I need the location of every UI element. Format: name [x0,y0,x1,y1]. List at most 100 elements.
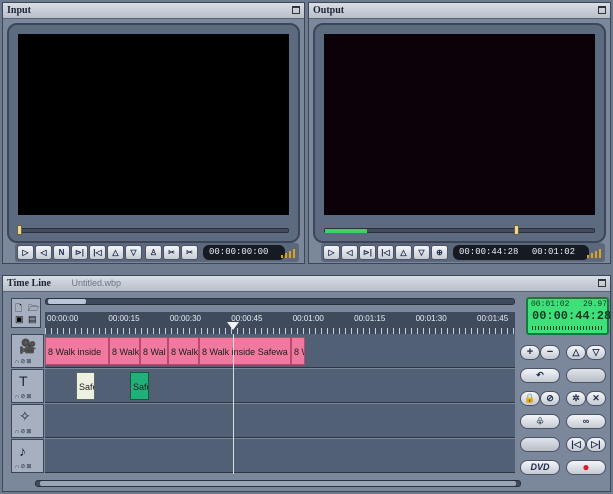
timeline-title: Time Line [7,278,51,289]
ruler-tick-label: 00:01:30 [415,314,447,323]
volume-icon[interactable] [281,248,297,258]
track-options[interactable]: ∩⊘⊠ [15,358,32,365]
undo-icon: ↶ [536,370,544,380]
lock-button[interactable]: 🔒 [520,391,540,406]
disable-icon: ⊘ [546,393,554,403]
effects-button[interactable]: ✲ [566,391,586,406]
playhead-marker[interactable] [227,322,239,330]
output-progress-bar [325,229,367,233]
record-button[interactable]: ● [566,460,606,475]
output-control-bar: ▷ ◁ ⊳| |◁ △ ▽ ⊕ 00:00:44:28 00:01:02 [321,243,605,262]
track-options[interactable]: ∩⊘⊠ [15,393,32,400]
video-clip[interactable]: 8 W [291,337,305,365]
video-clip[interactable]: 8 Walk inside Safewa [199,337,291,365]
input-screen-frame [7,23,300,243]
mark-out-button[interactable]: ▽ [125,245,142,260]
ruler-tick-label: 00:00:15 [108,314,140,323]
video-clip[interactable]: 8 Walk [109,337,140,365]
next-frame-button[interactable]: ⊳| [71,245,88,260]
track-options[interactable]: ∩⊘⊠ [15,428,32,435]
ruler-tick-label: 00:00:30 [169,314,201,323]
video-camera-icon: 🎥 [19,338,37,354]
video-track-header[interactable]: 🎥 ∩⊘⊠ [11,334,44,368]
effects-track [45,404,515,438]
skip-forward-icon: ▷| [591,439,601,449]
normal-button[interactable]: N [53,245,70,260]
maximize-icon[interactable] [598,279,606,287]
timeline-bottom-scrollbar[interactable] [35,480,521,487]
play-button[interactable]: ▷ [323,245,340,260]
goto-start-button[interactable]: |◁ [566,437,586,452]
volume-icon[interactable] [587,248,603,258]
reverse-button[interactable]: ◁ [341,245,358,260]
save-as-icon[interactable]: ▤ [28,314,37,325]
title-track-header[interactable]: T ∩⊘⊠ [11,369,44,403]
output-titlebar: Output [309,3,610,19]
move-down-button[interactable]: ▽ [586,345,606,360]
input-video-screen [18,34,289,215]
maximize-icon[interactable] [292,6,300,14]
save-icon[interactable]: ▣ [15,314,24,325]
link-icon: ∞ [582,416,590,426]
trim-button[interactable]: ✂ [181,245,198,260]
input-seek-slider[interactable] [18,228,289,233]
input-seek-thumb[interactable] [17,225,22,235]
mark-in-button[interactable]: △ [395,245,412,260]
scroll-thumb[interactable] [48,299,86,304]
cut-button[interactable]: ✂ [163,245,180,260]
input-titlebar: Input [3,3,304,19]
move-up-button[interactable]: △ [566,345,586,360]
audio-track-header[interactable]: ♪ ∩⊘⊠ [11,439,44,473]
title-track: Safe Safe [45,369,515,403]
video-clip[interactable]: 8 Walk inside [45,337,109,365]
color-button[interactable]: ♧ [520,414,560,429]
timecode-display: 00:01:02 29.97 00:00:44:28 [526,297,611,335]
timeline-tools: 🗋 🗁 ▣ ▤ [11,298,41,328]
mark-out-button[interactable]: ▽ [413,245,430,260]
timeline-panel: Time Line Untitled.wbp 🗋 🗁 ▣ ▤ 00:00:00 0… [2,275,611,492]
prev-frame-button[interactable]: |◁ [89,245,106,260]
link-button[interactable]: ∞ [566,414,606,429]
split-button[interactable] [566,368,606,383]
play-button[interactable]: ▷ [17,245,34,260]
video-clip[interactable]: 8 Wal [140,337,168,365]
ruler-tick-label: 00:01:45 [477,314,509,323]
timeline-ruler[interactable]: 00:00:00 00:00:15 00:00:30 00:00:45 00:01:00… [45,312,515,334]
track-options[interactable]: ∩⊘⊠ [15,463,32,470]
timeline-titlebar: Time Line Untitled.wbp [3,276,610,292]
zoom-out-button[interactable]: − [540,345,560,360]
display-meter [532,326,604,330]
text-tool-icon: T [19,373,28,389]
output-title: Output [313,5,345,16]
prev-frame-button[interactable]: |◁ [377,245,394,260]
playhead-line [233,334,234,474]
marker-button[interactable] [520,437,560,452]
undo-button[interactable]: ↶ [520,368,560,383]
delete-button[interactable]: ✕ [586,391,606,406]
next-frame-button[interactable]: ⊳| [359,245,376,260]
output-seek-thumb[interactable] [514,225,519,235]
display-fps: 29.97 [583,300,608,309]
timeline-top-scrollbar[interactable] [45,298,515,305]
scroll-thumb[interactable] [40,481,516,486]
video-clip[interactable]: 8 Walk [168,337,199,365]
output-current-time: 00:00:44:28 [459,247,519,257]
audio-track [45,439,515,473]
mark-in-button[interactable]: △ [107,245,124,260]
output-video-screen [324,34,595,215]
output-screen-frame [313,23,606,243]
dvd-button[interactable]: DVD [520,460,560,475]
asterisk-icon: ✲ [572,393,580,403]
effects-icon: ✧ [19,408,31,424]
output-panel: Output ▷ ◁ ⊳| |◁ △ ▽ ⊕ 00:00:44:28 00:01… [308,2,611,264]
disable-button[interactable]: ⊘ [540,391,560,406]
goto-end-button[interactable]: ▷| [586,437,606,452]
reverse-button[interactable]: ◁ [35,245,52,260]
zoom-in-button[interactable]: + [520,345,540,360]
output-settings-button[interactable]: ⊕ [431,245,448,260]
title-clip[interactable]: Safe [76,372,95,400]
maximize-icon[interactable] [598,6,606,14]
title-clip-selected[interactable]: Safe [130,372,149,400]
effects-track-header[interactable]: ✧ ∩⊘⊠ [11,404,44,438]
insert-button[interactable]: ♙ [145,245,162,260]
